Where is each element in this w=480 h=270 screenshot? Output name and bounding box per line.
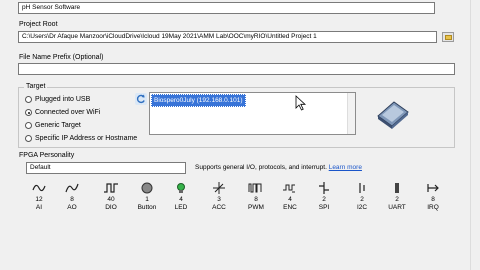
irq-icon — [413, 180, 453, 196]
fpga-resource-name: SPI — [318, 204, 330, 211]
folder-icon — [445, 35, 452, 40]
radio-generic-label: Generic Target — [35, 122, 81, 129]
target-label: Target — [24, 83, 48, 90]
radio-ip-label: Specific IP Address or Hostname — [35, 135, 138, 142]
fpga-resource-spi: 2 SPI — [304, 180, 344, 212]
fpga-resource-dio: 40 DIO — [91, 180, 131, 212]
fpga-resource-count: 8 — [431, 196, 435, 203]
accelerometer-icon — [199, 180, 239, 196]
fpga-resource-count: 3 — [217, 196, 221, 203]
file-prefix-field[interactable] — [18, 63, 455, 75]
fpga-resource-name: I2C — [356, 204, 368, 211]
fpga-resource-ao: 8 AO — [52, 180, 92, 212]
fpga-resource-name: IRQ — [427, 204, 439, 211]
file-prefix-label: File Name Prefix (Optional) — [19, 54, 104, 61]
fpga-resource-count: 2 — [360, 196, 364, 203]
fpga-label: FPGA Personality — [19, 152, 75, 159]
led-icon — [161, 180, 201, 196]
radio-ip[interactable] — [25, 135, 32, 142]
fpga-description-text: Supports general I/O, protocols, and int… — [195, 164, 327, 171]
fpga-resource-count: 2 — [322, 196, 326, 203]
project-name-field[interactable]: pH Sensor Software — [18, 2, 435, 14]
project-root-label: Project Root — [19, 21, 58, 28]
radio-generic[interactable] — [25, 122, 32, 129]
fpga-resource-acc: 3 ACC — [199, 180, 239, 212]
mouse-cursor-icon — [295, 95, 307, 111]
fpga-resource-name: AO — [67, 204, 77, 211]
learn-more-link[interactable]: Learn more — [329, 164, 362, 171]
radio-wifi[interactable] — [25, 109, 32, 116]
fpga-description: Supports general I/O, protocols, and int… — [195, 164, 362, 171]
radio-wifi-label: Connected over WiFi — [35, 109, 101, 116]
fpga-resource-count: 4 — [179, 196, 183, 203]
fpga-resource-name: DIO — [105, 204, 117, 211]
fpga-resource-count: 2 — [395, 196, 399, 203]
fpga-resource-uart: 2 UART — [377, 180, 417, 212]
fpga-resource-i2c: 2 I2C — [342, 180, 382, 212]
spi-icon — [304, 180, 344, 196]
device-list-scrollbar[interactable] — [347, 93, 355, 134]
fpga-resource-led: 4 LED — [161, 180, 201, 212]
fpga-resource-name: UART — [388, 204, 406, 211]
fpga-select[interactable]: Default — [26, 162, 186, 174]
device-list-item[interactable]: Biospero0July (192.168.0.101) — [151, 94, 246, 107]
refresh-icon[interactable] — [135, 93, 147, 105]
fpga-resource-name: LED — [174, 204, 188, 211]
fpga-resource-count: 8 — [70, 196, 74, 203]
radio-usb[interactable] — [25, 96, 32, 103]
browse-button[interactable] — [442, 32, 454, 42]
uart-icon — [377, 180, 417, 196]
radio-usb-label: Plugged into USB — [35, 96, 91, 103]
window-scrollbar[interactable] — [470, 0, 480, 270]
i2c-icon — [342, 180, 382, 196]
fpga-resource-name: ACC — [212, 204, 226, 211]
analog-output-icon — [52, 180, 92, 196]
digital-io-icon — [91, 180, 131, 196]
fpga-resource-irq: 8 IRQ — [413, 180, 453, 212]
project-root-field[interactable]: C:\Users\Dr Afaque Manzoor\iCloudDrive\I… — [18, 31, 437, 43]
fpga-resource-count: 40 — [107, 196, 115, 203]
myrio-device-icon — [372, 96, 412, 132]
device-list[interactable]: Biospero0July (192.168.0.101) — [149, 92, 356, 135]
